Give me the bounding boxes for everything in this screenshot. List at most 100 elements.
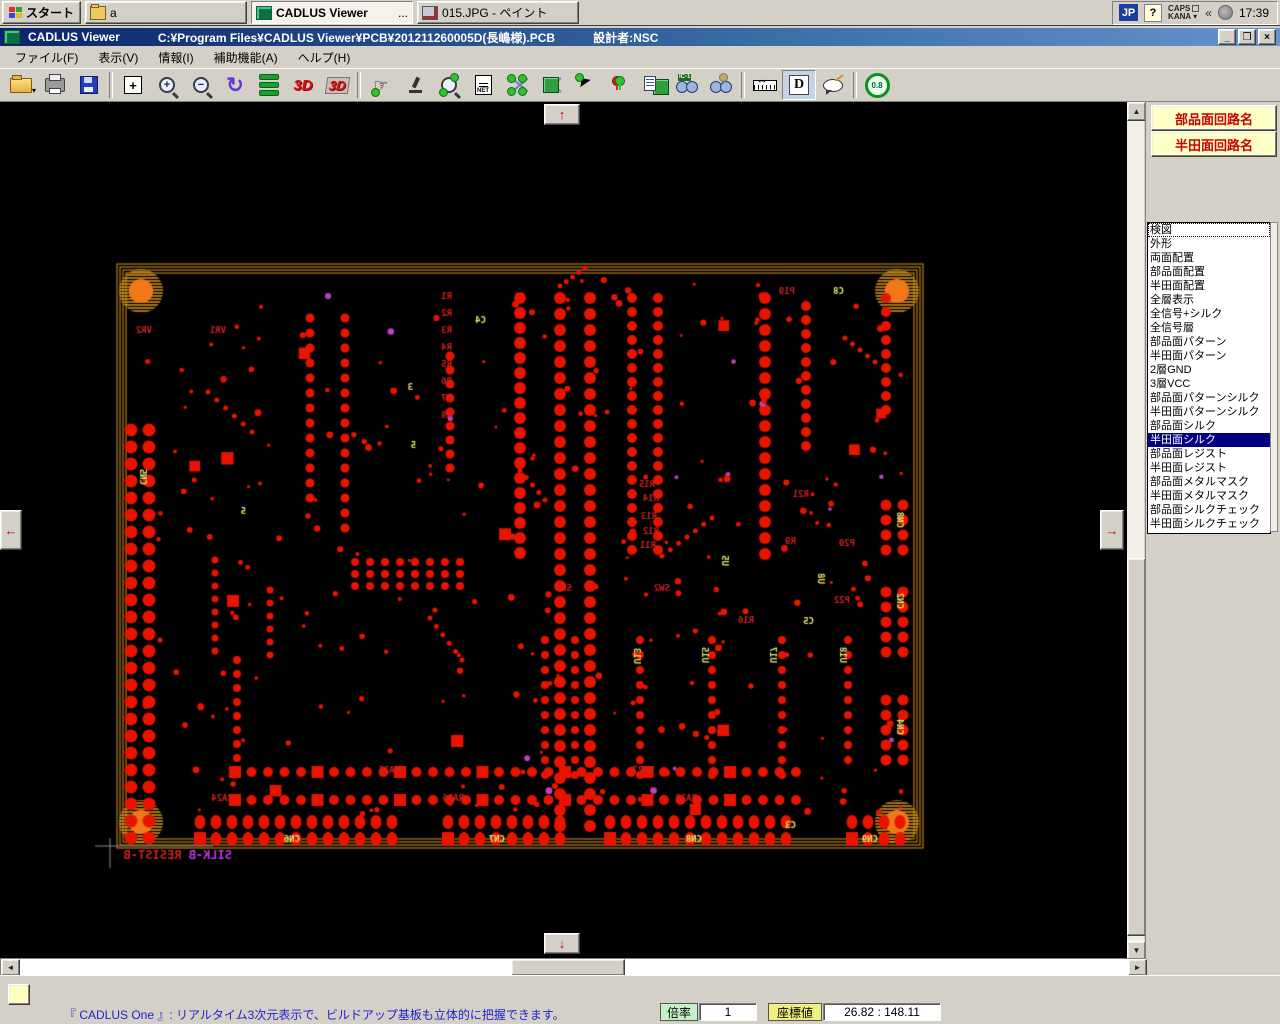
measure-button[interactable]: ↔ xyxy=(748,70,782,100)
pan-down-button[interactable]: ↓ xyxy=(544,933,580,954)
note-button[interactable] xyxy=(8,984,30,1005)
redraw-button[interactable]: ↻ xyxy=(218,70,252,100)
component-side-circuit-button[interactable]: 部品面回路名 xyxy=(1151,105,1277,131)
layer-item-4[interactable]: 半田面配置 xyxy=(1148,279,1270,293)
zoom-in-icon: + xyxy=(157,73,177,97)
scroll-up-arrow[interactable]: ▲ xyxy=(1127,102,1146,121)
pan-right-button[interactable]: → xyxy=(1100,510,1124,550)
layer-item-1[interactable]: 外形 xyxy=(1148,237,1270,251)
layer-item-7[interactable]: 全信号層 xyxy=(1148,321,1270,335)
horizontal-scroll-thumb[interactable] xyxy=(511,959,625,976)
system-tray: JP ? CAPS KANA ▾ « 17:39 xyxy=(1112,0,1278,25)
net-hand-button[interactable]: ☞ xyxy=(364,70,398,100)
layer-item-14[interactable]: 部品面シルク xyxy=(1148,419,1270,433)
menu-item-1[interactable]: 表示(V) xyxy=(89,47,147,68)
print-button[interactable] xyxy=(38,70,72,100)
comment-button[interactable] xyxy=(816,70,850,100)
solder-side-circuit-button[interactable]: 半田面回路名 xyxy=(1151,131,1277,157)
scale-08-button[interactable]: 0.8 xyxy=(860,70,894,100)
layer-item-6[interactable]: 全信号+シルク xyxy=(1148,307,1270,321)
coordinate-value: 26.82 : 148.11 xyxy=(823,1003,941,1021)
menu-item-4[interactable]: ヘルプ(H) xyxy=(289,47,360,68)
minimize-button[interactable]: _ xyxy=(1218,29,1236,45)
layer-item-9[interactable]: 半田面パターン xyxy=(1148,349,1270,363)
net-hand-icon: ☞ xyxy=(371,73,391,97)
part-list-button[interactable] xyxy=(636,70,670,100)
menu-item-2[interactable]: 情報(I) xyxy=(149,47,202,68)
layer-item-12[interactable]: 部品面パターンシルク xyxy=(1148,391,1270,405)
caps-kana-indicator[interactable]: CAPS KANA ▾ xyxy=(1168,4,1200,21)
toolbar-separator xyxy=(853,72,857,98)
layer-list[interactable]: 検図 外形 両面配置 部品面配置 半田面配置 全層表示 全信号+シルク 全信号層 部品面パターン… xyxy=(1147,222,1271,534)
pan-left-button[interactable]: ← xyxy=(0,510,22,550)
layer-item-8[interactable]: 部品面パターン xyxy=(1148,335,1270,349)
zoom-in-button[interactable]: + xyxy=(150,70,184,100)
start-button[interactable]: スタート xyxy=(2,1,82,24)
d-mode-icon: D xyxy=(789,73,809,97)
task-item-0[interactable]: a xyxy=(85,1,248,24)
microscope-button[interactable] xyxy=(398,70,432,100)
layer-item-10[interactable]: 2層GND xyxy=(1148,363,1270,377)
net-pointer-icon xyxy=(575,73,595,97)
cadlus-icon xyxy=(256,5,273,20)
close-button[interactable]: × xyxy=(1258,29,1276,45)
menu-item-0[interactable]: ファイル(F) xyxy=(6,47,87,68)
board-3d-button[interactable]: 3D xyxy=(320,70,354,100)
zoom-out-button[interactable]: − xyxy=(184,70,218,100)
layer-stack-button[interactable] xyxy=(252,70,286,100)
pin-search-icon xyxy=(710,73,732,97)
d-mode-button[interactable]: D xyxy=(782,70,816,100)
layer-item-21[interactable]: 半田面シルクチェック xyxy=(1148,517,1270,531)
ic-search-button[interactable]: IC-1 xyxy=(670,70,704,100)
zoom-window-button[interactable]: + xyxy=(116,70,150,100)
net-pointer-button[interactable] xyxy=(568,70,602,100)
pin-display-button[interactable] xyxy=(602,70,636,100)
save-button[interactable] xyxy=(72,70,106,100)
layer-item-3[interactable]: 部品面配置 xyxy=(1148,265,1270,279)
layer-item-17[interactable]: 半田面レジスト xyxy=(1148,461,1270,475)
layer-item-18[interactable]: 部品面メタルマスク xyxy=(1148,475,1270,489)
ime-help-icon[interactable]: ? xyxy=(1144,3,1163,22)
comment-icon xyxy=(823,73,843,97)
layer-item-2[interactable]: 両面配置 xyxy=(1148,251,1270,265)
pin-search-button[interactable] xyxy=(704,70,738,100)
layer-item-20[interactable]: 部品面シルクチェック xyxy=(1148,503,1270,517)
zoom-out-icon: − xyxy=(191,73,211,97)
layer-item-13[interactable]: 半田面パターンシルク xyxy=(1148,405,1270,419)
part-highlight-button[interactable] xyxy=(534,70,568,100)
toolbar: ▾ + + − ↻ 3D 3D ☞ NET IC-1 ↔ D 0.8 xyxy=(0,68,1280,102)
paint-icon xyxy=(422,5,439,20)
task-label: 015.JPG - ペイント xyxy=(442,6,548,20)
maximize-button[interactable]: ❐ xyxy=(1238,29,1256,45)
layer-item-0[interactable]: 検図 xyxy=(1148,223,1270,237)
scroll-left-arrow[interactable]: ◄ xyxy=(1,959,20,976)
layer-item-5[interactable]: 全層表示 xyxy=(1148,293,1270,307)
layer-list-scrollbar[interactable] xyxy=(1270,222,1278,532)
vertical-scroll-thumb[interactable] xyxy=(1127,558,1146,936)
tray-chevron-icon[interactable]: « xyxy=(1205,6,1212,20)
vertical-scrollbar[interactable]: ▲ ▼ xyxy=(1127,102,1146,960)
pcb-canvas[interactable] xyxy=(0,102,1127,958)
layer-item-15[interactable]: 半田面シルク xyxy=(1148,433,1270,447)
layer-item-19[interactable]: 半田面メタルマスク xyxy=(1148,489,1270,503)
zoom-label: 倍率 xyxy=(660,1003,698,1021)
volume-icon[interactable] xyxy=(1217,5,1233,20)
scroll-right-arrow[interactable]: ► xyxy=(1128,959,1147,976)
net-list-button[interactable]: NET xyxy=(466,70,500,100)
net-zoom-button[interactable] xyxy=(432,70,466,100)
view-3d-button[interactable]: 3D xyxy=(286,70,320,100)
screen: スタート a CADLUS Viewer... 015.JPG - ペイント JP … xyxy=(0,0,1280,1024)
net-cross-button[interactable] xyxy=(500,70,534,100)
task-item-2[interactable]: 015.JPG - ペイント xyxy=(417,1,580,24)
pan-up-button[interactable]: ↑ xyxy=(544,104,580,125)
ime-indicator[interactable]: JP xyxy=(1119,4,1139,21)
task-item-1[interactable]: CADLUS Viewer... xyxy=(251,1,414,24)
save-icon xyxy=(79,73,99,97)
designer-label: 設計者:NSC xyxy=(593,30,659,45)
net-cross-icon xyxy=(507,73,529,97)
clock: 17:39 xyxy=(1238,5,1269,20)
layer-item-11[interactable]: 3層VCC xyxy=(1148,377,1270,391)
open-file-button[interactable]: ▾ xyxy=(4,70,38,100)
layer-item-16[interactable]: 部品面レジスト xyxy=(1148,447,1270,461)
menu-item-3[interactable]: 補助機能(A) xyxy=(205,47,287,68)
